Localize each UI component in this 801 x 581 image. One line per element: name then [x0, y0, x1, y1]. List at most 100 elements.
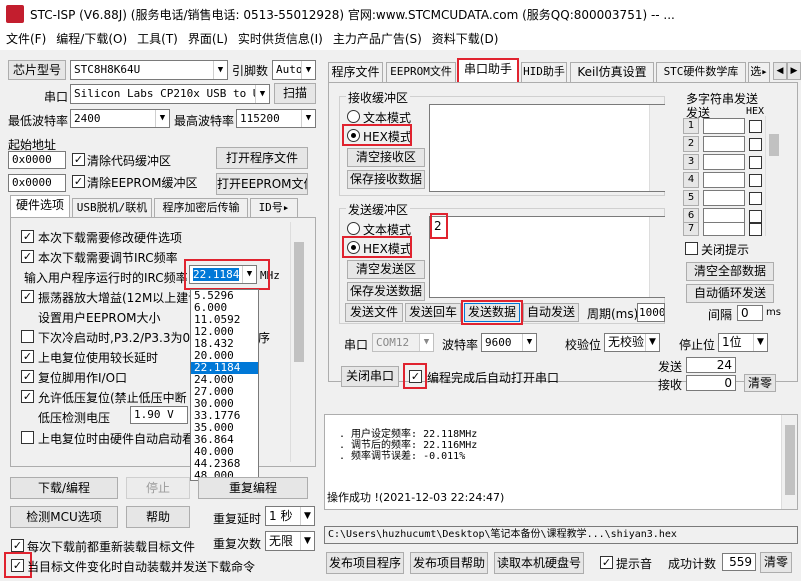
auto-open-checkbox[interactable]: ✓	[409, 370, 422, 383]
multi-input-4[interactable]	[703, 172, 745, 188]
tx-scrollbar[interactable]	[649, 217, 665, 297]
save-tx-button[interactable]: 保存发送数据	[347, 282, 425, 301]
tab-serial-assistant[interactable]: 串口助手	[458, 59, 518, 82]
clear-rx-button[interactable]: 清空接收区	[347, 148, 425, 167]
close-hint-checkbox[interactable]	[685, 242, 698, 255]
scan-button[interactable]: 扫描	[274, 83, 316, 104]
options-scrollbar[interactable]	[290, 222, 306, 462]
rx-scrollbar[interactable]	[649, 105, 665, 191]
clear-eeprom-checkbox[interactable]: ✓	[72, 175, 85, 188]
lv-detect-select[interactable]: 1.90 V	[130, 406, 188, 424]
log-scrollbar[interactable]	[781, 415, 797, 509]
tab-hardware-options[interactable]: 硬件选项	[10, 195, 70, 218]
stop-button[interactable]: 停止	[126, 477, 190, 499]
interval-input[interactable]: 0	[737, 305, 763, 321]
rx-text-mode-radio[interactable]	[347, 110, 360, 123]
tab-scroll-right-icon[interactable]: ▶	[787, 62, 801, 80]
rx-hex-mode-radio[interactable]	[347, 129, 360, 142]
menu-supply[interactable]: 实时供货信息(I)	[238, 28, 323, 50]
menu-products[interactable]: 主力产品广告(S)	[333, 28, 422, 50]
send-return-button[interactable]: 发送回车	[405, 303, 461, 322]
multi-hex-2-checkbox[interactable]	[749, 138, 762, 151]
multi-input-7[interactable]	[703, 222, 745, 236]
opt-long-delay-checkbox[interactable]: ✓	[21, 350, 34, 363]
multi-hex-3-checkbox[interactable]	[749, 156, 762, 169]
sound-checkbox[interactable]: ✓	[600, 556, 613, 569]
opt-lv-reset-checkbox[interactable]: ✓	[21, 390, 34, 403]
tab-eeprom-file[interactable]: EEPROM文件	[386, 62, 456, 82]
menu-tools[interactable]: 工具(T)	[137, 28, 178, 50]
rx-textarea[interactable]	[429, 104, 665, 192]
opt-modify-hw-checkbox[interactable]: ✓	[21, 230, 34, 243]
auto-loop-button[interactable]: 自动循环发送	[686, 284, 774, 303]
tab-hid[interactable]: HID助手	[521, 62, 567, 82]
eeprom-address-input[interactable]: 0x0000	[8, 174, 66, 192]
download-button[interactable]: 下载/编程	[10, 477, 118, 499]
parity-select[interactable]: 无校验 ▼	[604, 333, 660, 352]
reprogram-button[interactable]: 重复编程	[198, 477, 308, 499]
tab-program-file[interactable]: 程序文件	[328, 62, 383, 82]
scroll-thumb[interactable]	[294, 242, 304, 362]
opt-gain-checkbox[interactable]: ✓	[21, 290, 34, 303]
multi-input-3[interactable]	[703, 154, 745, 170]
multi-send-3-button[interactable]: 3	[683, 154, 699, 170]
multi-hex-1-checkbox[interactable]	[749, 120, 762, 133]
stop-bits-select[interactable]: 1位 ▼	[718, 333, 768, 352]
tab-scroll-left-icon[interactable]: ◀	[773, 62, 787, 80]
multi-hex-7-checkbox[interactable]	[749, 223, 762, 236]
save-rx-button[interactable]: 保存接收数据	[347, 170, 425, 189]
help-button[interactable]: 帮助	[126, 506, 190, 528]
tab-usb[interactable]: USB脱机/联机	[72, 198, 152, 218]
menu-view[interactable]: 界面(L)	[188, 28, 228, 50]
tx-text-mode-radio[interactable]	[347, 222, 360, 235]
serial-port-select[interactable]: COM12 ▼	[372, 333, 434, 352]
close-port-button[interactable]: 关闭串口	[341, 366, 399, 387]
irc-freq-dropdown[interactable]: 5.5296 6.000 11.0592 12.000 18.432 20.00…	[190, 289, 259, 482]
code-address-input[interactable]: 0x0000	[8, 151, 66, 169]
multi-send-2-button[interactable]: 2	[683, 136, 699, 152]
send-file-button[interactable]: 发送文件	[345, 303, 403, 322]
multi-send-5-button[interactable]: 5	[683, 190, 699, 206]
read-disk-button[interactable]: 读取本机硬盘号	[494, 552, 584, 574]
port-select[interactable]: Silicon Labs CP210x USB to UA ▼	[70, 84, 270, 104]
publish-program-button[interactable]: 发布项目程序	[326, 552, 404, 574]
auto-send-button[interactable]: 自动发送	[523, 303, 579, 322]
min-baud-select[interactable]: 2400 ▼	[70, 109, 170, 128]
menu-file[interactable]: 文件(F)	[6, 28, 46, 50]
multi-hex-4-checkbox[interactable]	[749, 174, 762, 187]
multi-hex-5-checkbox[interactable]	[749, 192, 762, 205]
tab-math-lib[interactable]: STC硬件数学库	[656, 62, 746, 82]
period-input[interactable]: 1000	[637, 303, 665, 322]
multi-send-7-button[interactable]: 7	[683, 222, 699, 236]
baud-select[interactable]: 9600 ▼	[481, 333, 537, 352]
detect-mcu-button[interactable]: 检测MCU选项	[10, 506, 118, 528]
chip-model-button[interactable]: 芯片型号	[8, 60, 66, 80]
open-program-button[interactable]: 打开程序文件	[216, 147, 308, 169]
multi-scrollbar[interactable]	[765, 116, 781, 236]
multi-input-5[interactable]	[703, 190, 745, 206]
tab-more[interactable]: 选▸	[748, 62, 770, 82]
multi-input-1[interactable]	[703, 118, 745, 134]
multi-hex-6-checkbox[interactable]	[749, 210, 762, 223]
repeat-count-select[interactable]: 无限 ▼	[265, 531, 315, 551]
reload-checkbox[interactable]: ✓	[11, 539, 24, 552]
clear-tx-button[interactable]: 清空发送区	[347, 260, 425, 279]
multi-input-2[interactable]	[703, 136, 745, 152]
tab-keil[interactable]: Keil仿真设置	[570, 62, 654, 82]
clear-code-checkbox[interactable]: ✓	[72, 153, 85, 166]
tx-hex-mode-radio[interactable]	[347, 241, 360, 254]
opt-watchdog-checkbox[interactable]	[21, 431, 34, 444]
auto-reload-checkbox[interactable]: ✓	[11, 559, 24, 572]
chip-model-select[interactable]: STC8H8K64U ▼	[70, 60, 228, 80]
irc-freq-select[interactable]: 22.1184 ▼	[189, 265, 257, 284]
open-eeprom-button[interactable]: 打开EEPROM文件	[216, 173, 308, 195]
tab-encrypt[interactable]: 程序加密后传输	[154, 198, 248, 218]
multi-send-1-button[interactable]: 1	[683, 118, 699, 134]
max-baud-select[interactable]: 115200 ▼	[236, 109, 316, 128]
clear-count-button[interactable]: 清零	[744, 374, 776, 392]
clear-all-button[interactable]: 清空全部数据	[686, 262, 774, 281]
clear-success-button[interactable]: 清零	[760, 552, 792, 573]
opt-p32-checkbox[interactable]	[21, 330, 34, 343]
pins-select[interactable]: Auto ▼	[272, 60, 316, 80]
menu-docs[interactable]: 资料下载(D)	[432, 28, 499, 50]
